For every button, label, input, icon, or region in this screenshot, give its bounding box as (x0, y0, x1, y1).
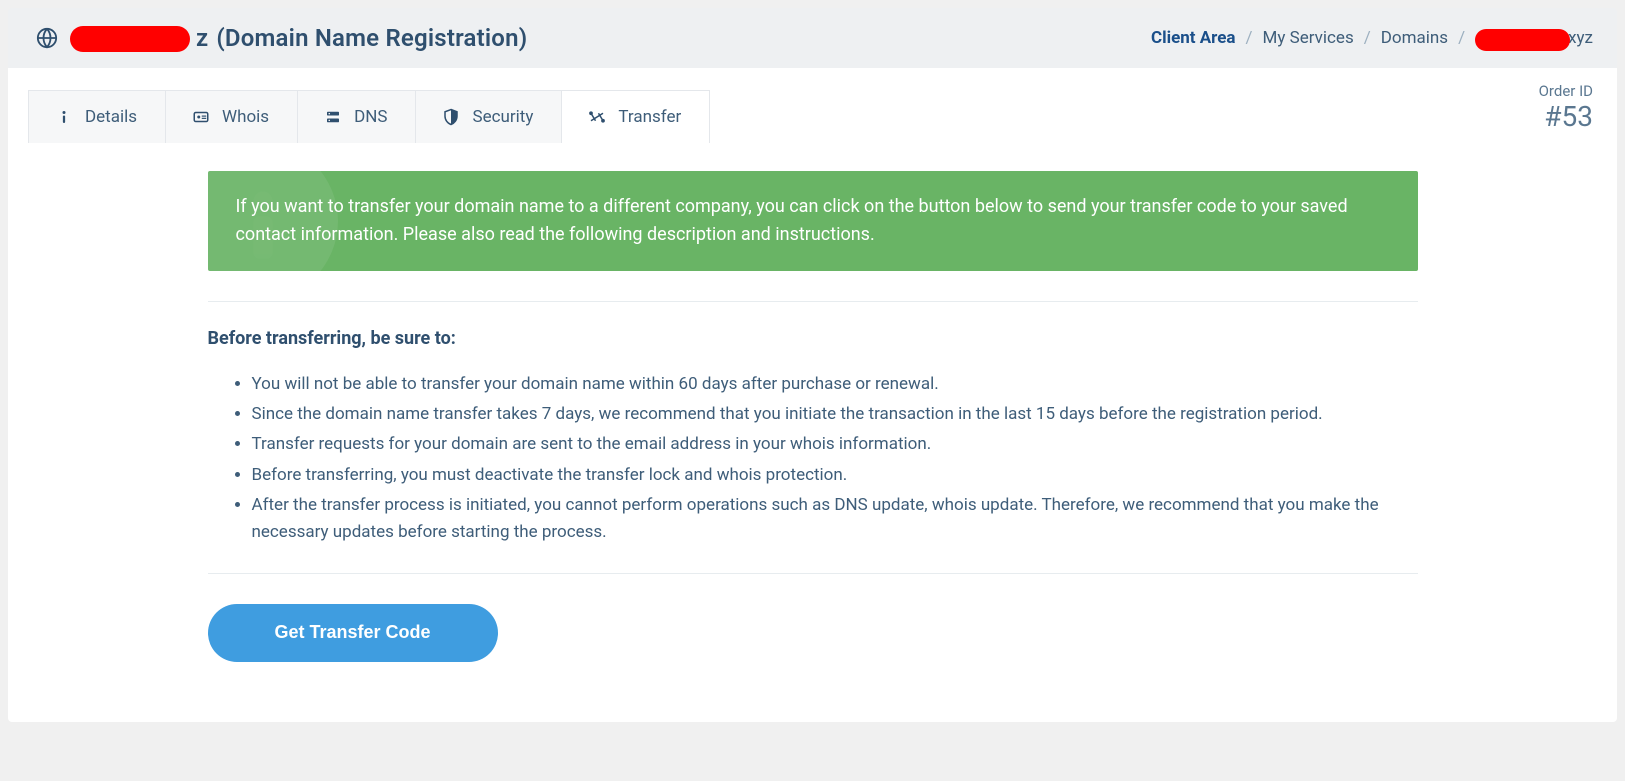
info-alert: If you want to transfer your domain name… (208, 171, 1418, 271)
breadcrumb-sep: / (1364, 28, 1371, 48)
title-paren: (Domain Name Registration) (216, 24, 527, 52)
order-meta: Order ID #53 (1539, 68, 1617, 133)
tab-dns[interactable]: DNS (298, 90, 416, 143)
tab-whois[interactable]: Whois (166, 90, 298, 143)
tab-label: Whois (222, 107, 269, 127)
breadcrumb-sep: / (1246, 28, 1253, 48)
list-item: Before transferring, you must deactivate… (252, 462, 1418, 488)
list-item: After the transfer process is initiated,… (252, 492, 1418, 545)
breadcrumb-tail: xyz (1568, 28, 1593, 48)
globe-icon (36, 27, 58, 49)
redacted-domain-small (1475, 29, 1570, 51)
tab-security[interactable]: Security (416, 90, 562, 143)
domain-title: z (Domain Name Registration) (70, 24, 527, 52)
breadcrumb-my-services[interactable]: My Services (1263, 28, 1354, 48)
list-item: You will not be able to transfer your do… (252, 371, 1418, 397)
tabs: Details Whois DNS (28, 90, 710, 143)
server-icon (324, 108, 342, 126)
tab-label: DNS (354, 107, 387, 127)
page-header: z (Domain Name Registration) Client Area… (8, 8, 1617, 68)
tab-label: Security (472, 107, 533, 127)
tab-details[interactable]: Details (28, 90, 166, 143)
list-item: Since the domain name transfer takes 7 d… (252, 401, 1418, 427)
breadcrumb-domains[interactable]: Domains (1381, 28, 1448, 48)
domain-suffix: z (196, 24, 208, 52)
order-id-label: Order ID (1539, 82, 1593, 100)
tab-transfer[interactable]: Transfer (562, 90, 710, 143)
order-id-value: #53 (1539, 102, 1593, 133)
info-icon (55, 108, 73, 126)
transfer-icon (588, 108, 606, 126)
breadcrumb-current: xyz (1475, 27, 1593, 49)
list-item: Transfer requests for your domain are se… (252, 431, 1418, 457)
section-title: Before transferring, be sure to: (208, 328, 1418, 349)
id-card-icon (192, 108, 210, 126)
page-title: z (Domain Name Registration) (36, 24, 527, 52)
tab-label: Details (85, 107, 137, 127)
breadcrumb-client-area[interactable]: Client Area (1151, 28, 1236, 48)
breadcrumb-sep: / (1458, 28, 1465, 48)
instructions-list: You will not be able to transfer your do… (208, 371, 1418, 545)
breadcrumb: Client Area / My Services / Domains / xy… (1151, 27, 1593, 49)
tab-label: Transfer (618, 107, 681, 127)
divider (208, 301, 1418, 302)
redacted-domain (70, 26, 190, 52)
shield-icon (442, 108, 460, 126)
divider (208, 573, 1418, 574)
get-transfer-code-button[interactable]: Get Transfer Code (208, 604, 498, 662)
alert-text: If you want to transfer your domain name… (236, 193, 1392, 249)
